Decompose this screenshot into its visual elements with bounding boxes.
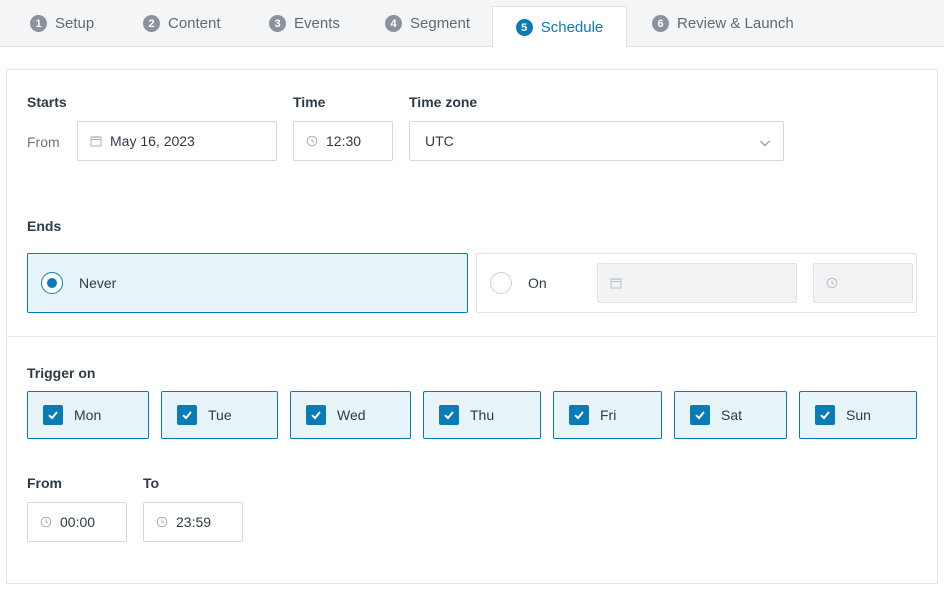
tab-content[interactable]: 2 Content: [143, 0, 221, 47]
day-checkbox-fri[interactable]: Fri: [553, 391, 662, 439]
tab-review-launch[interactable]: 6 Review & Launch: [652, 0, 794, 47]
step-number-badge: 6: [652, 15, 669, 32]
day-checkbox-sat[interactable]: Sat: [674, 391, 787, 439]
tab-schedule[interactable]: 5 Schedule: [492, 6, 627, 48]
trigger-from-time-input[interactable]: 00:00: [27, 502, 127, 542]
checkmark-icon[interactable]: [569, 405, 589, 425]
day-label: Wed: [337, 407, 366, 423]
from-label: From: [27, 134, 60, 150]
step-number-badge: 4: [385, 15, 402, 32]
wizard-tab-bar: 1 Setup 2 Content 3 Events 4 Segment 5 S…: [0, 0, 944, 48]
on-label: On: [528, 275, 547, 291]
tab-label: Schedule: [540, 19, 604, 36]
section-divider: [7, 336, 937, 337]
timezone-value: UTC: [425, 133, 454, 149]
timezone-label: Time zone: [409, 94, 478, 110]
end-time-input: [813, 263, 913, 303]
start-time-input[interactable]: 12:30: [293, 121, 393, 161]
day-label: Fri: [600, 407, 617, 423]
clock-icon: [156, 516, 168, 528]
checkmark-icon[interactable]: [690, 405, 710, 425]
step-number-badge: 2: [143, 15, 160, 32]
checkmark-icon[interactable]: [177, 405, 197, 425]
checkmark-icon[interactable]: [306, 405, 326, 425]
day-label: Mon: [74, 407, 102, 423]
clock-icon: [826, 277, 838, 289]
tab-setup[interactable]: 1 Setup: [30, 0, 94, 47]
trigger-from-value: 00:00: [60, 514, 96, 530]
start-date-value: May 16, 2023: [110, 133, 195, 149]
day-checkbox-thu[interactable]: Thu: [423, 391, 541, 439]
end-date-input: [597, 263, 797, 303]
clock-icon: [306, 135, 318, 147]
ends-heading: Ends: [27, 218, 62, 234]
step-number-badge: 3: [269, 15, 286, 32]
day-checkbox-mon[interactable]: Mon: [27, 391, 149, 439]
checkmark-icon[interactable]: [43, 405, 63, 425]
start-time-value: 12:30: [326, 133, 362, 149]
clock-icon: [40, 516, 52, 528]
day-checkbox-tue[interactable]: Tue: [161, 391, 278, 439]
ends-never-option[interactable]: Never: [27, 253, 468, 313]
tab-events[interactable]: 3 Events: [269, 0, 340, 47]
radio-button-selected[interactable]: [41, 272, 63, 294]
chevron-down-icon: [759, 136, 771, 148]
never-label: Never: [79, 275, 117, 291]
step-number-badge: 1: [30, 15, 47, 32]
day-label: Thu: [470, 407, 495, 423]
tab-label: Segment: [410, 15, 471, 32]
tab-label: Content: [168, 15, 221, 32]
timezone-select[interactable]: UTC: [409, 121, 784, 161]
checkmark-icon[interactable]: [439, 405, 459, 425]
calendar-icon: [610, 277, 622, 289]
tab-label: Review & Launch: [677, 15, 794, 32]
schedule-panel: Starts Time Time zone From May 16, 2023 …: [6, 69, 938, 584]
checkmark-icon[interactable]: [815, 405, 835, 425]
step-number-badge: 5: [515, 19, 533, 36]
trigger-to-time-input[interactable]: 23:59: [143, 502, 243, 542]
day-label: Sat: [721, 407, 743, 423]
day-checkbox-wed[interactable]: Wed: [290, 391, 411, 439]
trigger-from-label: From: [27, 475, 62, 491]
radio-button[interactable]: [490, 272, 512, 294]
time-label: Time: [293, 94, 326, 110]
tab-segment[interactable]: 4 Segment: [385, 0, 470, 47]
starts-heading: Starts: [27, 94, 67, 110]
start-date-input[interactable]: May 16, 2023: [77, 121, 277, 161]
trigger-to-label: To: [143, 475, 160, 491]
trigger-to-value: 23:59: [176, 514, 212, 530]
calendar-icon: [90, 135, 102, 147]
day-label: Sun: [846, 407, 871, 423]
tab-label: Events: [294, 15, 340, 32]
day-label: Tue: [208, 407, 232, 423]
trigger-on-heading: Trigger on: [27, 365, 96, 381]
day-checkbox-sun[interactable]: Sun: [799, 391, 917, 439]
tab-label: Setup: [55, 15, 95, 32]
ends-on-option[interactable]: On: [476, 253, 917, 313]
